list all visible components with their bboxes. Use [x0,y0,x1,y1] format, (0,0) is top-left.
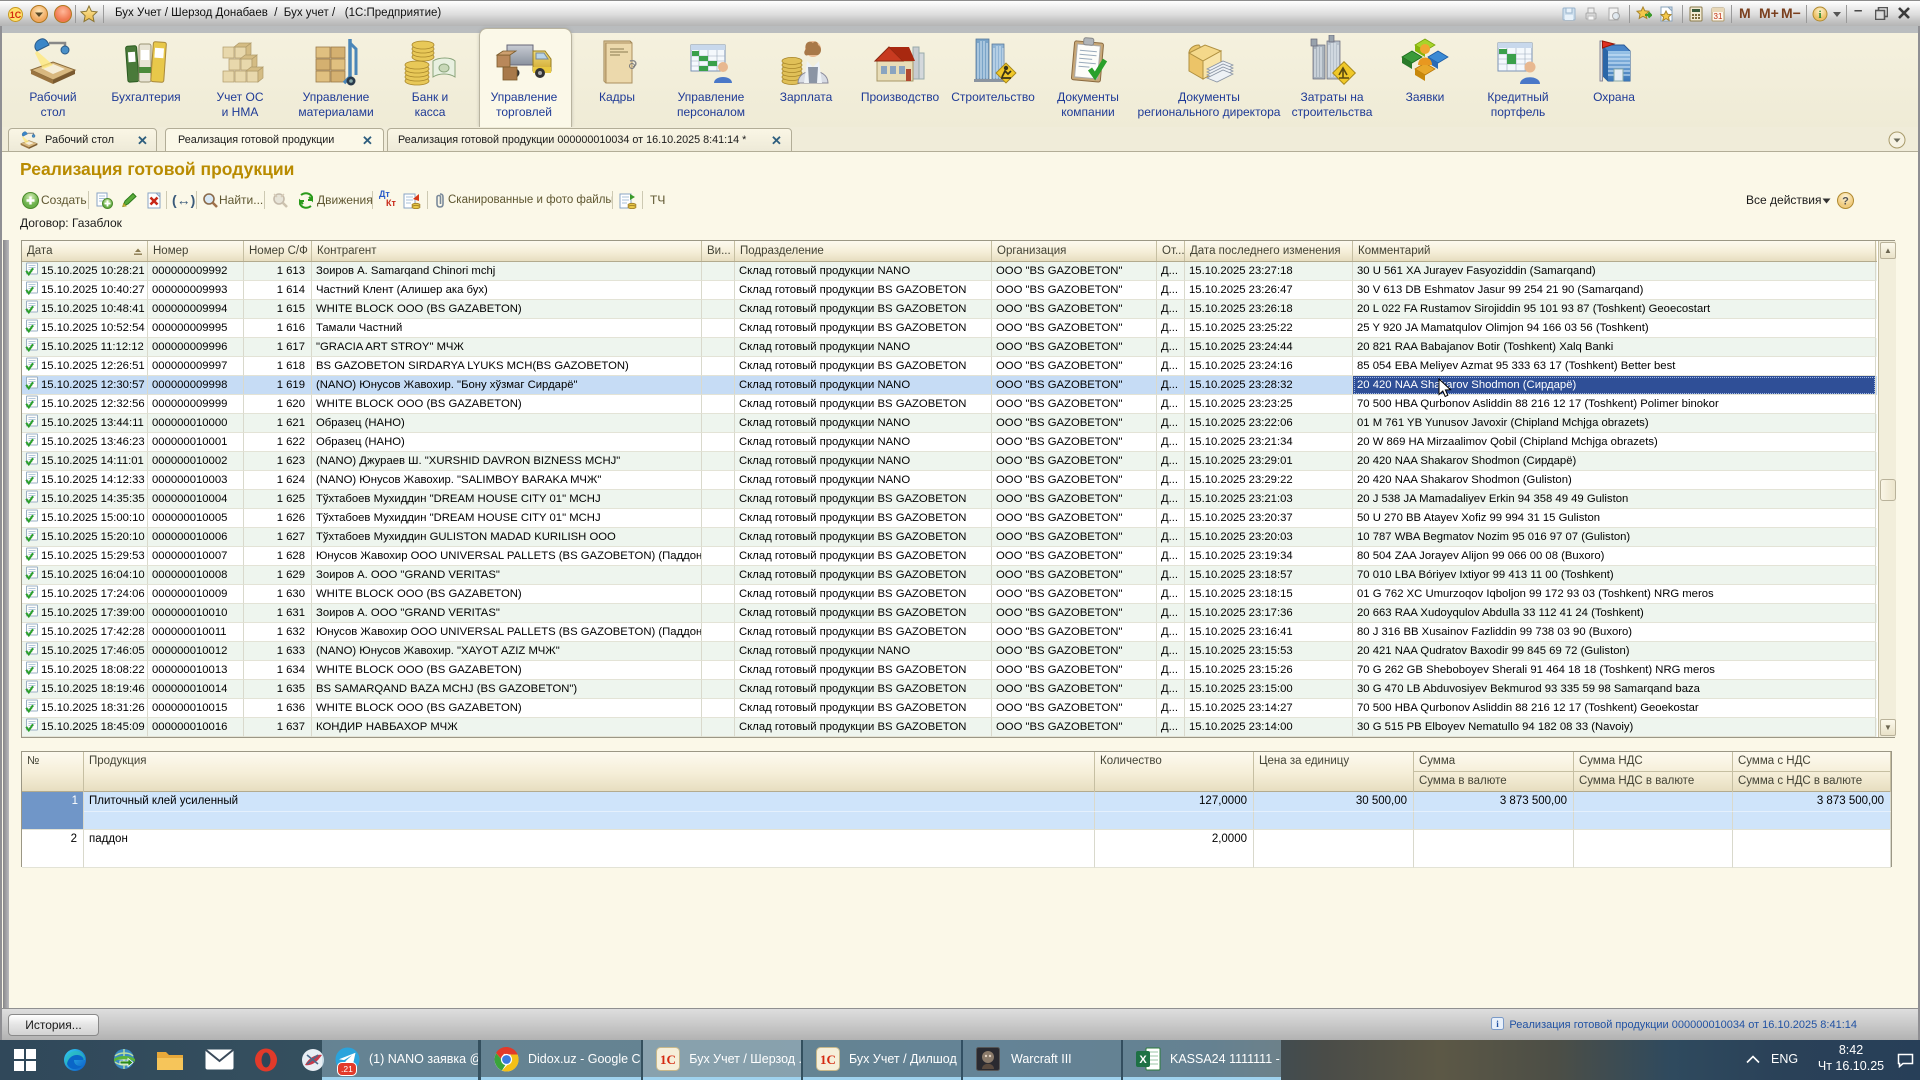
svg-text:i: i [1818,9,1821,21]
svg-text:X: X [1139,1054,1147,1066]
svg-text:1С: 1С [820,1052,836,1067]
svg-text:?: ? [1842,195,1849,207]
svg-text:1C: 1C [10,10,22,20]
svg-text:1С: 1С [660,1052,676,1067]
svg-text:31: 31 [1714,12,1723,21]
